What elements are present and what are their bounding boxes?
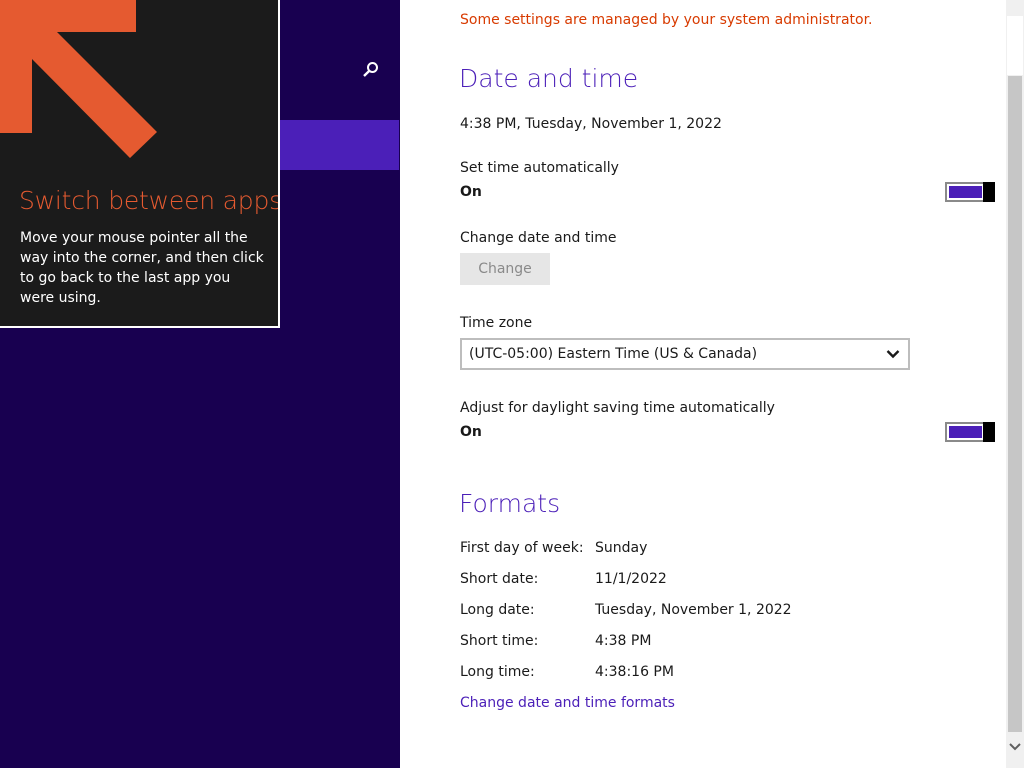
tip-body: Move your mouse pointer all the way into… [20, 230, 264, 306]
toggle-fill [949, 186, 982, 198]
first-day-label: First day of week: [460, 540, 584, 556]
corner-arrow-icon [0, 0, 157, 158]
switch-apps-tip: Switch between apps Move your mouse poin… [0, 0, 280, 328]
toggle-thumb[interactable] [983, 422, 995, 442]
long-time-value: 4:38:16 PM [595, 664, 674, 680]
admin-notice: Some settings are managed by your system… [460, 12, 873, 28]
short-time-label: Short time: [460, 633, 539, 649]
scrollbar-thumb[interactable] [1007, 16, 1023, 75]
dst-state: On [460, 424, 482, 440]
left-pane: Switch between apps Move your mouse poin… [0, 0, 400, 768]
change-button[interactable]: Change [460, 253, 550, 285]
toggle-thumb[interactable] [983, 182, 995, 202]
chevron-down-icon [886, 350, 900, 359]
time-zone-select[interactable]: (UTC-05:00) Eastern Time (US & Canada) [460, 338, 910, 370]
short-time-value: 4:38 PM [595, 633, 652, 649]
vertical-scrollbar[interactable] [1006, 0, 1024, 768]
time-zone-label: Time zone [460, 315, 533, 331]
set-time-auto-toggle[interactable] [945, 182, 995, 202]
dst-toggle[interactable] [945, 422, 995, 442]
search-icon[interactable] [361, 60, 381, 80]
long-time-label: Long time: [460, 664, 535, 680]
dst-label: Adjust for daylight saving time automati… [460, 400, 775, 416]
scrollbar-track[interactable] [1008, 76, 1022, 732]
short-date-value: 11/1/2022 [595, 571, 667, 587]
long-date-label: Long date: [460, 602, 535, 618]
tip-title: Switch between apps [19, 186, 280, 215]
date-time-heading: Date and time [459, 64, 639, 93]
scroll-down-arrow-icon[interactable] [1007, 736, 1023, 758]
toggle-fill [949, 426, 982, 438]
first-day-value: Sunday [595, 540, 648, 556]
selected-nav-item[interactable] [280, 120, 399, 170]
settings-pane: Some settings are managed by your system… [400, 0, 1006, 768]
time-zone-value: (UTC-05:00) Eastern Time (US & Canada) [469, 346, 758, 362]
long-date-value: Tuesday, November 1, 2022 [595, 602, 792, 618]
set-time-auto-state: On [460, 184, 482, 200]
current-date-time: 4:38 PM, Tuesday, November 1, 2022 [460, 116, 722, 132]
set-time-auto-label: Set time automatically [460, 160, 619, 176]
change-formats-link[interactable]: Change date and time formats [460, 695, 675, 711]
short-date-label: Short date: [460, 571, 539, 587]
formats-heading: Formats [459, 489, 561, 518]
change-date-time-label: Change date and time [460, 230, 617, 246]
